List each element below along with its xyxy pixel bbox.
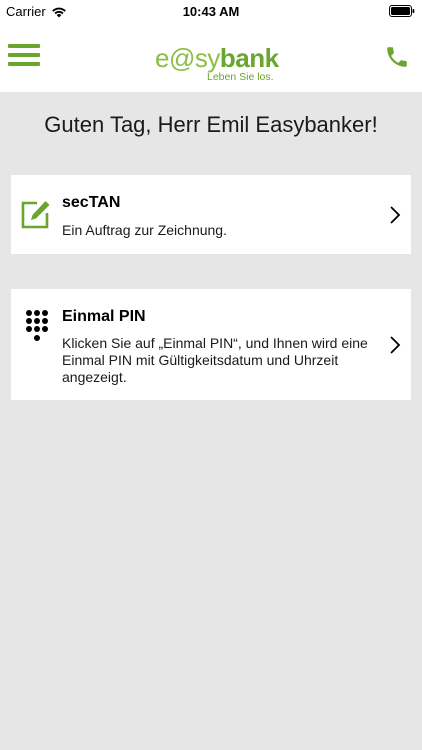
status-time: 10:43 AM (182, 4, 240, 19)
chevron-right-icon (390, 206, 401, 224)
einmal-pin-title: Einmal PIN (62, 308, 146, 325)
status-bar: Carrier 10:43 AM (0, 0, 422, 22)
hamburger-icon-line (8, 62, 40, 66)
logo-tagline: Leben Sie los. (207, 71, 274, 83)
phone-icon[interactable] (384, 44, 410, 70)
menu-button[interactable] (8, 42, 40, 70)
hamburger-icon-line (8, 44, 40, 48)
keypad-icon (26, 310, 48, 341)
logo-wordmark: e@sybank (155, 43, 279, 73)
einmal-pin-description: Klicken Sie auf „Einmal PIN“, und Ihnen … (62, 335, 368, 385)
logo-part2: bank (219, 43, 279, 73)
einmal-pin-option[interactable]: Einmal PIN Klicken Sie auf „Einmal PIN“,… (11, 289, 411, 400)
sectan-option[interactable]: secTAN Ein Auftrag zur Zeichnung. (11, 175, 411, 254)
edit-icon (21, 201, 50, 229)
easybank-logo: e@sybank Leben Sie los. (155, 43, 279, 84)
greeting-title: Guten Tag, Herr Emil Easybanker! (44, 112, 378, 137)
sectan-description: Ein Auftrag zur Zeichnung. (62, 222, 227, 238)
sectan-title: secTAN (62, 194, 121, 211)
hamburger-icon-line (8, 53, 40, 57)
nav-bar: e@sybank Leben Sie los. (0, 22, 422, 92)
logo-part1: e@sy (155, 43, 220, 73)
battery-icon (389, 5, 415, 17)
chevron-right-icon (390, 336, 401, 354)
